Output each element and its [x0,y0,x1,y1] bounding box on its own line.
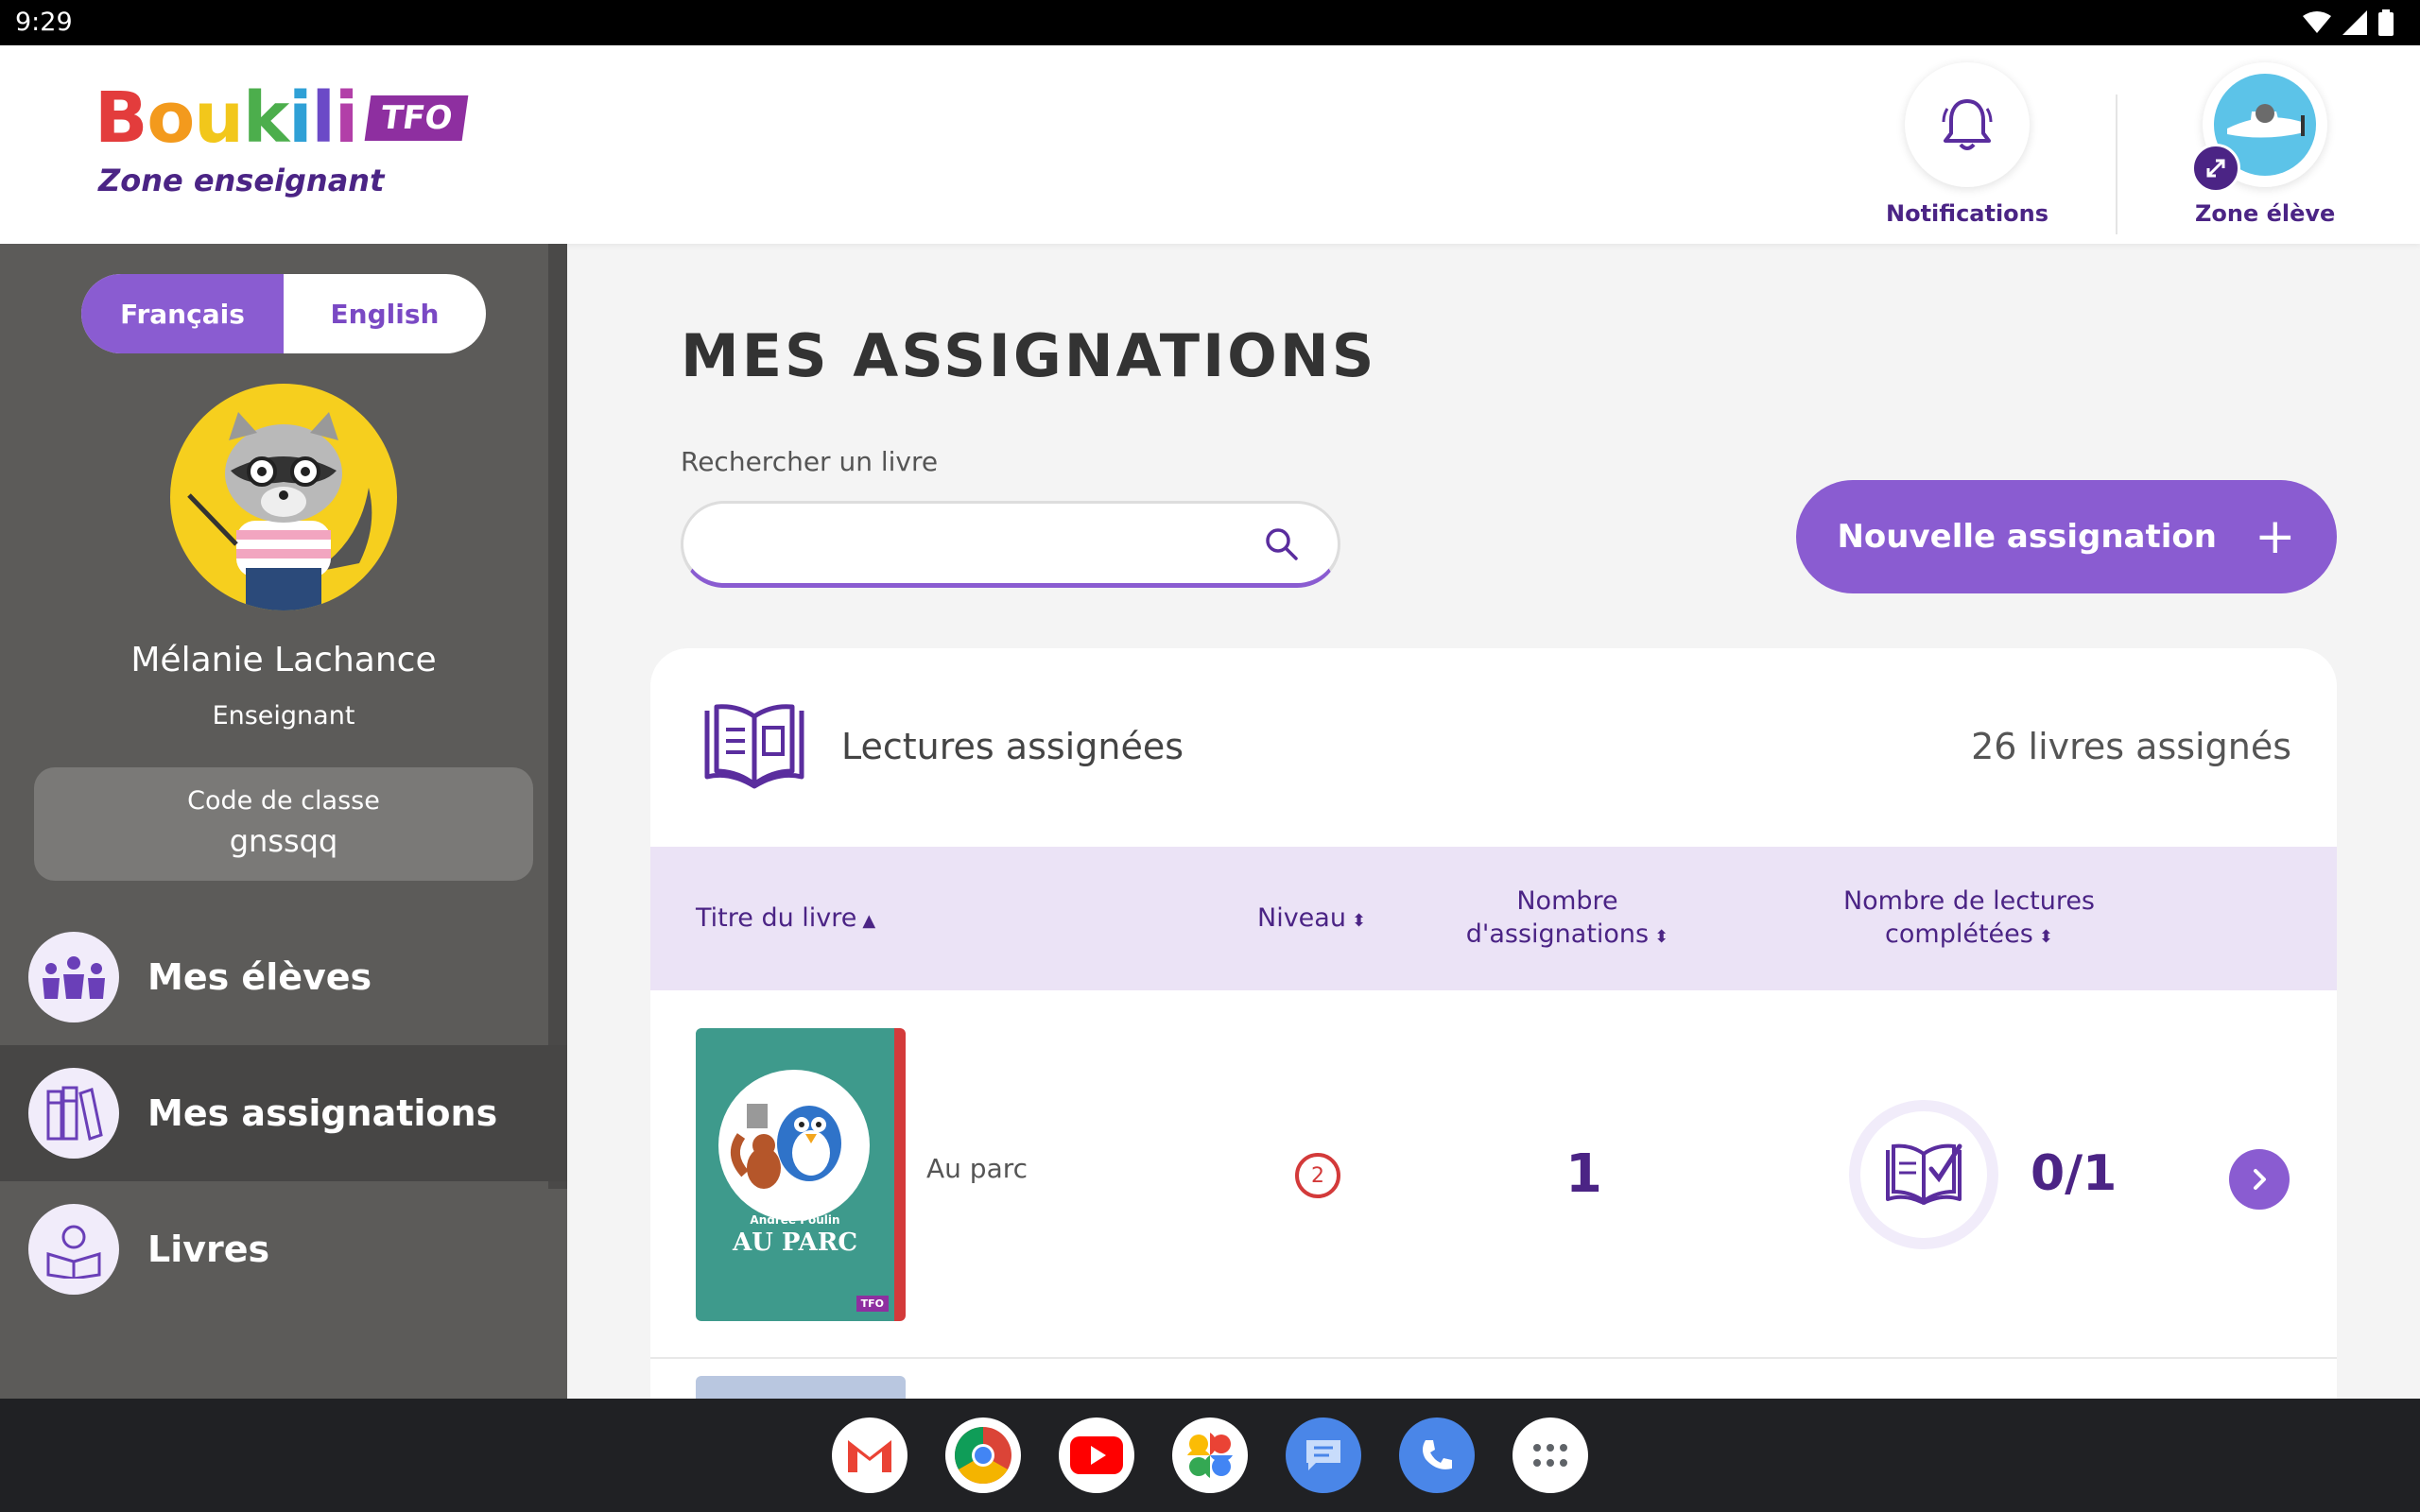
user-name: Mélanie Lachance [130,641,437,679]
photos-icon[interactable] [1172,1418,1248,1493]
plus-icon: + [2254,508,2296,565]
user-role: Enseignant [212,701,355,730]
assignments-count: 1 [1565,1143,1602,1205]
student-zone-label: Zone élève [2195,200,2336,227]
cover-illustration [718,1070,870,1221]
app-header: Boukili TFO Zone enseignant Notification… [0,45,2420,244]
cover-title: AU PARC [732,1228,858,1257]
bell-icon [1942,99,1993,150]
column-title-header[interactable]: Titre du livre ▲ [696,902,875,935]
completed-count: 0/1 [2031,1145,2118,1202]
assigned-count: 26 livres assignés [1971,726,2291,767]
swap-arrows-icon [2206,159,2225,178]
youtube-icon[interactable] [1059,1418,1134,1493]
sort-both-icon: ⬍ [1654,927,1669,948]
raccoon-teacher-icon [187,412,372,610]
status-icons [2303,9,2394,36]
level-badge: 2 [1295,1153,1340,1198]
battery-icon [2378,9,2394,36]
phone-icon[interactable] [1399,1418,1475,1493]
cover-tfo-badge: TFO [856,1296,889,1312]
book-check-icon [1886,1143,1962,1205]
search-icon[interactable] [1264,526,1300,562]
sidebar: Français English Mélanie Lachance Enseig… [0,244,567,1399]
column-completed-header[interactable]: Nombre de lectures complétées ⬍ [1823,885,2116,951]
nav-item-books[interactable]: Livres [0,1181,567,1317]
column-assignments-label-2: d'assignations [1465,919,1650,950]
lang-french-button[interactable]: Français [81,274,284,353]
lang-english-button[interactable]: English [284,274,486,353]
row-open-button[interactable] [2229,1149,2290,1210]
logo-subtitle: Zone enseignant [98,163,385,198]
app-drawer-icon[interactable] [1512,1418,1588,1493]
bookshelf-icon [28,1068,119,1159]
language-toggle: Français English [81,274,486,353]
bird-squirrel-illustration-icon [731,1104,841,1189]
class-code-label: Code de classe [187,786,380,816]
sort-both-icon: ⬍ [1351,911,1367,931]
search-label: Rechercher un livre [681,446,939,477]
reader-icon [28,1204,119,1295]
new-assignment-label: Nouvelle assignation [1837,518,2217,556]
panel-header: Lectures assignées 26 livres assignés [650,648,2337,847]
taskbar [0,1399,2420,1512]
book-title[interactable]: Au parc [926,1153,1028,1184]
status-bar: 9:29 [0,0,2420,45]
status-time: 9:29 [15,8,73,37]
nav-label-students: Mes élèves [147,956,372,998]
notifications-button[interactable]: Notifications [1886,62,2048,227]
cover-author: Andrée Poulin [750,1213,840,1227]
student-zone-circle[interactable] [2191,62,2328,193]
column-level-header[interactable]: Niveau ⬍ [1257,902,1366,935]
search-input[interactable] [712,517,1241,572]
teacher-avatar [170,384,397,610]
column-completed-label-2: complétées [1885,919,2033,950]
column-assignments-label-1: Nombre [1516,886,1618,916]
student-zone-button[interactable]: Zone élève [2191,62,2336,227]
switch-badge [2191,144,2241,193]
taskbar-apps [832,1418,1588,1493]
nav-label-books: Livres [147,1228,270,1270]
chevron-right-icon [2254,1169,2266,1190]
wifi-icon [2303,11,2331,33]
students-icon [28,932,119,1022]
completed-icon-wrap [1849,1100,1998,1249]
logo-wordmark: Boukili [95,77,358,159]
assigned-readings-panel: Lectures assignées 26 livres assignés Ti… [650,648,2337,1404]
signal-icon [2342,10,2367,35]
column-level-label: Niveau [1257,903,1346,933]
page-title: MES ASSIGNATIONS [681,321,1377,390]
logo-badge: TFO [365,95,470,141]
header-divider [2116,94,2118,234]
column-assignments-header[interactable]: Nombre d'assignations ⬍ [1463,885,1671,951]
search-box [681,501,1340,588]
table-row[interactable]: Andrée Poulin AU PARC TFO Au parc 2 1 0/… [650,990,2337,1359]
messages-icon[interactable] [1286,1418,1361,1493]
class-code-value: gnssqq [229,823,338,859]
column-completed-label-1: Nombre de lectures [1842,886,2096,916]
nav-item-students[interactable]: Mes élèves [0,909,567,1045]
nav-label-assignments: Mes assignations [147,1092,498,1134]
notifications-circle[interactable] [1905,62,2031,187]
boukili-logo[interactable]: Boukili TFO Zone enseignant [95,77,470,198]
notifications-label: Notifications [1886,200,2049,227]
gmail-icon[interactable] [832,1418,908,1493]
panel-title: Lectures assignées [841,726,1184,767]
table-header: Titre du livre ▲ Niveau ⬍ Nombre d'assigna… [650,847,2337,990]
open-book-icon [704,704,804,789]
book-cover[interactable]: Andrée Poulin AU PARC TFO [696,1028,906,1321]
new-assignment-button[interactable]: Nouvelle assignation + [1796,480,2337,593]
class-code-box: Code de classe gnssqq [34,767,533,881]
column-title-label: Titre du livre [696,903,857,933]
sort-asc-icon: ▲ [862,911,876,931]
sort-both-icon: ⬍ [2038,927,2053,948]
chrome-icon[interactable] [945,1418,1021,1493]
nav-item-assignments[interactable]: Mes assignations [0,1045,567,1181]
